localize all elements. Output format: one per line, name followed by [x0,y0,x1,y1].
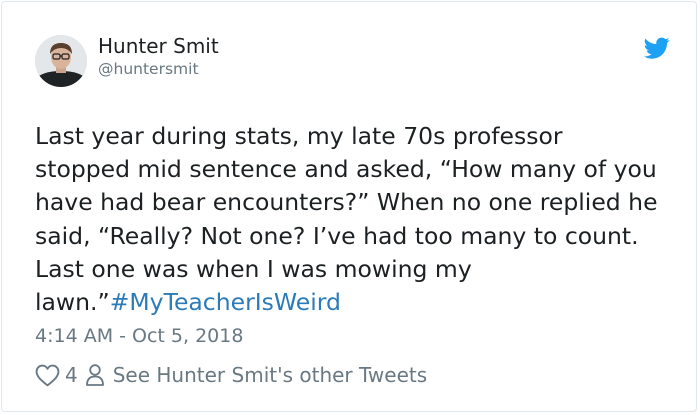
person-icon[interactable] [84,363,106,387]
tweet-line: Last one was when I was mowing my [35,254,472,283]
hashtag-link[interactable]: #MyTeacherIsWeird [110,288,341,316]
avatar-photo [35,35,87,87]
author-handle[interactable]: @huntersmit [98,60,199,78]
avatar[interactable] [35,35,87,87]
tweet-last-line: lawn.”#MyTeacherIsWeird [35,286,685,319]
heart-icon[interactable] [35,364,60,387]
author-name[interactable]: Hunter Smit [98,34,219,58]
tweet-timestamp[interactable]: 4:14 AM - Oct 5, 2018 [35,325,243,347]
see-other-tweets-link[interactable]: See Hunter Smit's other Tweets [113,363,427,387]
tweet-actions: 4 See Hunter Smit's other Tweets [35,360,427,390]
tweet-line: Last year during stats, my late 70s prof… [35,122,563,150]
tweet-line: have had bear encounters?” When no one r… [35,188,658,217]
tweet-line-prefix: lawn.” [35,288,110,317]
tweet-card: Hunter Smit @huntersmit Last year during… [1,1,697,412]
like-count[interactable]: 4 [65,363,78,387]
tweet-line: said, “Really? Not one? I’ve had too man… [35,221,639,250]
twitter-bird-icon[interactable] [644,35,670,61]
tweet-text: Last year during stats, my late 70s prof… [35,120,685,319]
tweet-line: stopped mid sentence and asked, “How man… [35,155,657,184]
